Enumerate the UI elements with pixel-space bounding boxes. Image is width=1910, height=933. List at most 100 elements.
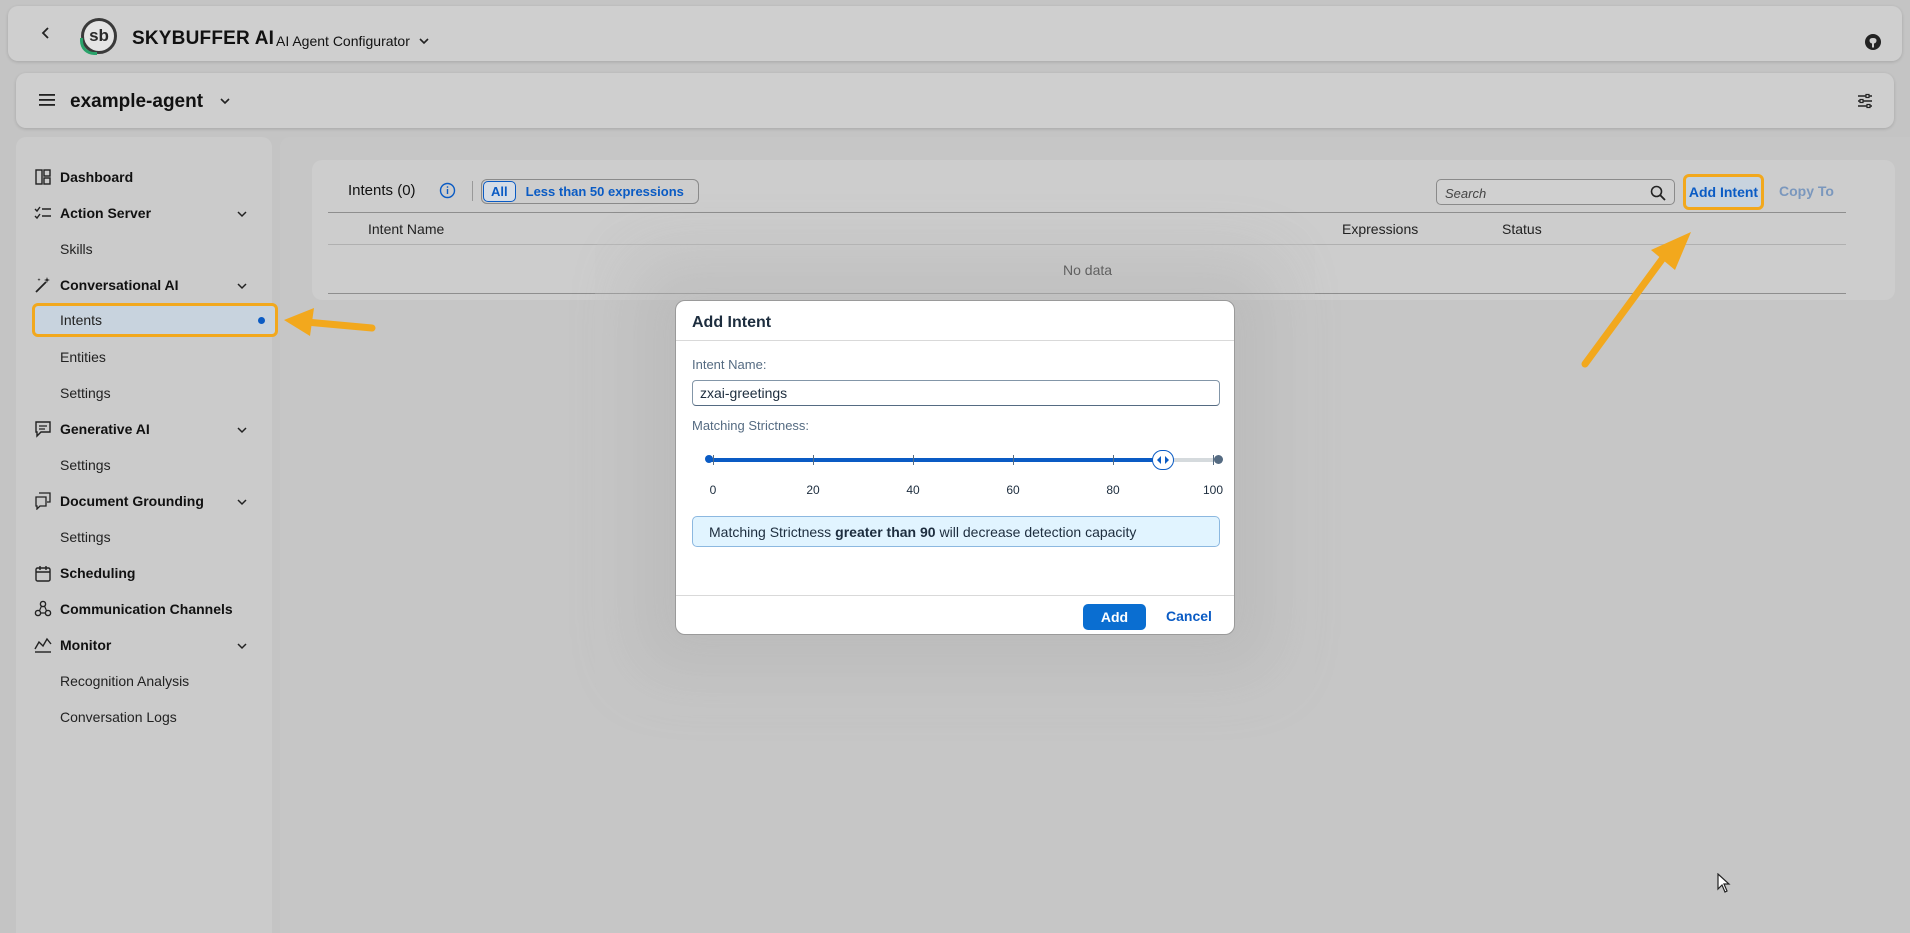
- info-suffix: will decrease detection capacity: [939, 523, 1137, 540]
- slider-track[interactable]: [708, 458, 1218, 462]
- slider-tick-label: 80: [1106, 483, 1120, 497]
- logo-text: sb: [89, 26, 109, 45]
- sidebar-item-document-settings[interactable]: Settings: [16, 520, 272, 554]
- filter-sliders-icon[interactable]: [1856, 92, 1874, 110]
- chevron-down-icon[interactable]: [218, 94, 232, 108]
- table-title: Intents (0): [348, 182, 416, 199]
- sidebar-item-label: Entities: [60, 349, 106, 365]
- agent-selector[interactable]: example-agent: [70, 91, 203, 113]
- sidebar-item-label: Settings: [60, 385, 111, 401]
- annotation-arrow-up: [1581, 232, 1691, 368]
- menu-icon[interactable]: [38, 92, 56, 108]
- slider-tick-label: 100: [1202, 483, 1224, 497]
- add-intent-button[interactable]: Add Intent: [1683, 174, 1764, 210]
- sidebar-item-recognition-analysis[interactable]: Recognition Analysis: [16, 664, 272, 698]
- channels-icon: [34, 600, 52, 618]
- chevron-down-icon[interactable]: [236, 639, 248, 651]
- filter-segmented-button: All Less than 50 expressions: [481, 179, 699, 204]
- slider-tick: [813, 455, 814, 465]
- info-prefix: Matching Strictness: [709, 523, 832, 540]
- magic-wand-icon: [34, 276, 52, 294]
- skybuffer-logo: sb: [80, 18, 117, 55]
- sidebar-item-label: Conversation Logs: [60, 709, 177, 725]
- sidebar-item-label: Communication Channels: [60, 601, 233, 617]
- sidebar-item-communication-channels[interactable]: Communication Channels: [16, 592, 272, 626]
- monitor-chart-icon: [34, 636, 52, 654]
- sidebar-item-dashboard[interactable]: Dashboard: [16, 160, 272, 194]
- add-intent-dialog: Add Intent Intent Name: Matching Strictn…: [675, 300, 1235, 635]
- filter-less-than-50-button[interactable]: Less than 50 expressions: [526, 184, 684, 199]
- slider-handle[interactable]: [1152, 450, 1174, 470]
- sidebar-item-label: Recognition Analysis: [60, 673, 190, 689]
- document-chat-icon: [34, 492, 52, 510]
- column-header-status[interactable]: Status: [1502, 221, 1542, 237]
- slider-tick: [1013, 455, 1014, 465]
- annotation-arrow-left: [284, 308, 376, 336]
- sidebar-item-scheduling[interactable]: Scheduling: [16, 556, 272, 590]
- info-icon[interactable]: [439, 182, 456, 199]
- sidebar-item-label: Dashboard: [60, 169, 134, 185]
- sidebar-item-label: Monitor: [60, 637, 112, 653]
- calendar-icon: [34, 564, 52, 582]
- slider-fill: [708, 458, 1163, 462]
- slider-tick-label: 20: [806, 483, 820, 497]
- sidebar-item-generative-ai[interactable]: Generative AI: [16, 412, 272, 446]
- slider-start-dot: [705, 455, 713, 463]
- chevron-down-icon[interactable]: [236, 495, 248, 507]
- empty-table-message: No data: [1063, 262, 1113, 278]
- sidebar-item-label: Generative AI: [60, 421, 150, 437]
- sidebar-item-action-server[interactable]: Action Server: [16, 196, 272, 230]
- dashboard-icon: [34, 168, 52, 186]
- search-input[interactable]: [1445, 184, 1645, 202]
- brand-name: SKYBUFFER AI: [132, 28, 275, 49]
- sidebar-item-entities[interactable]: Entities: [16, 340, 272, 374]
- cancel-button[interactable]: Cancel: [1166, 608, 1212, 624]
- sidebar-item-label: Settings: [60, 457, 111, 473]
- back-icon[interactable]: [36, 23, 56, 43]
- agent-toolbar: example-agent: [16, 73, 1894, 128]
- sidebar-item-conversational-ai[interactable]: Conversational AI: [16, 268, 272, 302]
- title-divider: [472, 181, 473, 201]
- search-icon[interactable]: [1650, 185, 1666, 201]
- tasks-icon: [34, 204, 52, 222]
- filter-all-button[interactable]: All: [483, 181, 516, 202]
- sidebar-item-intents[interactable]: Intents: [32, 303, 278, 337]
- sidebar-item-label: Action Server: [60, 205, 152, 221]
- sidebar-item-label: Document Grounding: [60, 493, 204, 509]
- strictness-info-strip: Matching Strictness greater than 90 will…: [692, 516, 1220, 547]
- sidebar-item-monitor[interactable]: Monitor: [16, 628, 272, 662]
- slider-tick: [913, 455, 914, 465]
- sidebar-item-document-grounding[interactable]: Document Grounding: [16, 484, 272, 518]
- slider-tick: [1213, 455, 1214, 465]
- chevron-down-icon[interactable]: [417, 34, 431, 48]
- product-switcher[interactable]: AI Agent Configurator: [276, 33, 410, 49]
- info-threshold: greater than 90: [835, 523, 936, 540]
- slider-tick: [713, 455, 714, 465]
- slider-tick-label: 40: [906, 483, 920, 497]
- sidebar-item-label: Skills: [60, 241, 93, 257]
- mouse-cursor-icon: [1717, 873, 1731, 893]
- intent-name-input[interactable]: [692, 380, 1220, 406]
- intent-name-label: Intent Name:: [692, 357, 767, 372]
- matching-strictness-label: Matching Strictness:: [692, 418, 810, 433]
- sidebar-item-conversation-logs[interactable]: Conversation Logs: [16, 700, 272, 734]
- selected-indicator: [258, 316, 265, 324]
- chevron-down-icon[interactable]: [236, 279, 248, 291]
- column-header-expressions[interactable]: Expressions: [1342, 221, 1418, 237]
- dialog-title: Add Intent: [692, 314, 772, 331]
- copy-to-button[interactable]: Copy To: [1779, 183, 1834, 199]
- slider-end-dot: [1214, 455, 1223, 464]
- slider-tick-label: 0: [709, 483, 717, 497]
- add-button[interactable]: Add: [1083, 604, 1146, 630]
- column-header-intent-name[interactable]: Intent Name: [368, 221, 444, 237]
- sidebar-item-conversational-settings[interactable]: Settings: [16, 376, 272, 410]
- table-header-top-border: [328, 212, 1846, 213]
- sidebar-item-generative-settings[interactable]: Settings: [16, 448, 272, 482]
- github-icon[interactable]: [1863, 32, 1883, 52]
- slider-tick-label: 60: [1006, 483, 1020, 497]
- chevron-down-icon[interactable]: [236, 423, 248, 435]
- chevron-down-icon[interactable]: [236, 207, 248, 219]
- side-navigation: Dashboard Action Server Skills Conversat…: [16, 137, 278, 933]
- dialog-header-divider: [676, 340, 1234, 341]
- sidebar-item-skills[interactable]: Skills: [16, 232, 272, 266]
